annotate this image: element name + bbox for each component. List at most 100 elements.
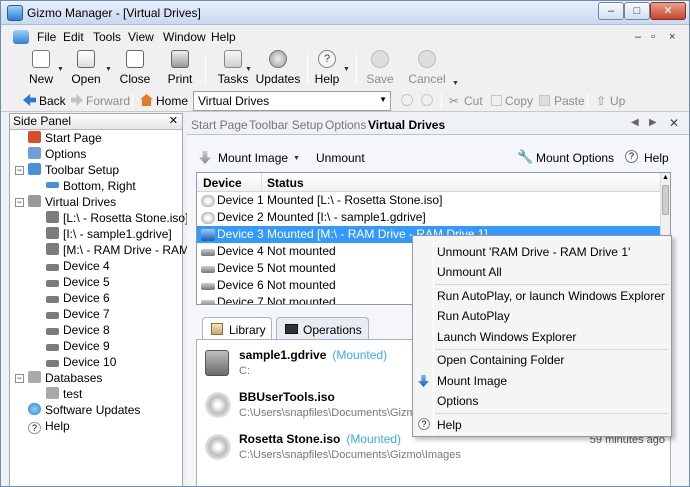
wand-icon — [224, 50, 242, 68]
library-item-path: C:\Users\snapfiles\Documents\Gizmo\Image… — [239, 449, 461, 461]
side-panel-close-icon[interactable]: ✕ — [169, 114, 178, 129]
address-dropdown-icon[interactable]: ▼ — [379, 95, 387, 104]
tree-item-databases[interactable]: Databases — [28, 370, 102, 386]
maximize-button[interactable]: □ — [624, 2, 650, 20]
mount-image-dropdown-icon[interactable]: ▼ — [293, 155, 300, 162]
column-header-status[interactable]: Status — [267, 176, 304, 190]
menu-window[interactable]: Window — [163, 30, 206, 44]
menu-file[interactable]: File — [37, 30, 56, 44]
open-dropdown-icon[interactable]: ▼ — [105, 66, 112, 73]
collapse-databases-icon[interactable]: − — [15, 374, 24, 383]
printer-icon — [171, 50, 189, 68]
updates-button[interactable]: Updates — [255, 50, 301, 88]
device-row[interactable]: Device 1 Mounted [L:\ - Rosetta Stone.iso… — [197, 192, 660, 209]
menu-edit[interactable]: Edit — [63, 30, 84, 44]
mount-image-button[interactable]: Mount Image — [218, 151, 288, 165]
database-icon — [28, 371, 41, 383]
copy-button[interactable]: Copy — [505, 94, 533, 108]
menu-help[interactable]: Help — [211, 30, 236, 44]
tree-item-device-7[interactable]: Device 7 — [46, 306, 110, 322]
tab-operations[interactable]: Operations — [276, 317, 369, 339]
minimize-button[interactable]: – — [598, 2, 624, 20]
tree-item-device-6[interactable]: Device 6 — [46, 290, 110, 306]
tab-toolbar-setup[interactable]: Toolbar Setup — [249, 118, 323, 132]
close-window-button[interactable]: ✕ — [650, 2, 686, 20]
toolbar-overflow-icon[interactable]: ▼ — [452, 80, 459, 87]
tree-item-bottom-right[interactable]: Bottom, Right — [46, 178, 136, 194]
tasks-dropdown-icon[interactable]: ▼ — [245, 66, 252, 73]
home-button[interactable]: Home — [156, 94, 188, 108]
tree-item-device-5[interactable]: Device 5 — [46, 274, 110, 290]
tree-item-drive-m[interactable]: [M:\ - RAM Drive - RAM D — [46, 242, 201, 258]
tree-item-start-page[interactable]: Start Page — [28, 130, 102, 146]
menu-item-launch-explorer[interactable]: Launch Windows Explorer — [437, 330, 576, 344]
tree-item-drive-l[interactable]: [L:\ - Rosetta Stone.iso] — [46, 210, 188, 226]
scroll-up-icon[interactable]: ▲ — [662, 174, 669, 181]
mdi-close-button[interactable]: × — [669, 31, 675, 43]
refresh-icon[interactable] — [401, 94, 413, 106]
mdi-minimize-button[interactable]: – — [635, 31, 641, 43]
help-button[interactable]: ? Help — [311, 50, 343, 88]
navigation-bar: Back Forward Home Virtual Drives ▼ ✂ Cut… — [1, 90, 689, 112]
tab-close-icon[interactable]: ✕ — [669, 116, 679, 130]
cancel-button[interactable]: Cancel — [407, 50, 447, 88]
address-combo[interactable]: Virtual Drives ▼ — [193, 91, 391, 111]
tree-item-toolbar-setup[interactable]: Toolbar Setup — [28, 162, 119, 178]
help-dropdown-icon[interactable]: ▼ — [343, 66, 350, 73]
tree-item-device-9[interactable]: Device 9 — [46, 338, 110, 354]
new-button[interactable]: New — [23, 50, 59, 88]
paste-button[interactable]: Paste — [554, 94, 585, 108]
up-button[interactable]: Up — [610, 94, 625, 108]
tree-item-help[interactable]: ? Help — [28, 418, 70, 434]
menu-item-run-autoplay-or-explorer[interactable]: Run AutoPlay, or launch Windows Explorer — [437, 289, 665, 303]
tab-options[interactable]: Options — [325, 118, 366, 132]
window-title: Gizmo Manager - [Virtual Drives] — [27, 6, 201, 20]
tree-item-drive-i[interactable]: [I:\ - sample1.gdrive] — [46, 226, 172, 242]
collapse-toolbar-setup-icon[interactable]: − — [15, 166, 24, 175]
drive-icon — [46, 312, 59, 319]
device-row[interactable]: Device 2 Mounted [I:\ - sample1.gdrive] — [197, 209, 660, 226]
scroll-thumb[interactable] — [662, 185, 669, 215]
close-button[interactable]: Close — [117, 50, 153, 88]
new-dropdown-icon[interactable]: ▼ — [57, 66, 64, 73]
redo-icon[interactable] — [421, 94, 433, 106]
drive-icon — [201, 300, 215, 304]
tree-item-software-updates[interactable]: Software Updates — [28, 402, 140, 418]
column-header-device[interactable]: Device — [203, 176, 242, 190]
menu-item-mount-image[interactable]: Mount Image — [437, 374, 507, 388]
menu-view[interactable]: View — [128, 30, 154, 44]
library-item-name: Rosetta Stone.iso — [239, 432, 341, 446]
tree-item-device-10[interactable]: Device 10 — [46, 354, 116, 370]
menu-item-options[interactable]: Options — [437, 394, 478, 408]
menu-item-help[interactable]: Help — [437, 418, 462, 432]
tree-item-virtual-drives[interactable]: Virtual Drives — [28, 194, 116, 210]
collapse-virtual-drives-icon[interactable]: − — [15, 198, 24, 207]
mdi-restore-button[interactable]: ▫ — [651, 31, 655, 43]
menu-item-unmount-all[interactable]: Unmount All — [437, 265, 502, 279]
cut-button[interactable]: Cut — [464, 94, 483, 108]
mount-options-button[interactable]: Mount Options — [536, 151, 614, 165]
tab-virtual-drives[interactable]: Virtual Drives — [368, 118, 445, 132]
save-button[interactable]: Save — [365, 50, 395, 88]
tree-item-test[interactable]: test — [46, 386, 82, 402]
subbar-help-button[interactable]: Help — [644, 151, 669, 165]
tab-start-page[interactable]: Start Page — [191, 118, 248, 132]
library-item[interactable]: Rosetta Stone.iso (Mounted) C:\Users\snap… — [205, 432, 665, 472]
tree-item-options[interactable]: Options — [28, 146, 86, 162]
print-button[interactable]: Print — [163, 50, 197, 88]
menu-item-unmount-ram-drive[interactable]: Unmount 'RAM Drive - RAM Drive 1' — [437, 245, 630, 259]
menu-item-run-autoplay[interactable]: Run AutoPlay — [437, 309, 510, 323]
toolbar-separator — [356, 54, 357, 84]
menu-item-open-containing-folder[interactable]: Open Containing Folder — [437, 353, 564, 367]
tree-item-device-8[interactable]: Device 8 — [46, 322, 110, 338]
tab-library[interactable]: Library — [202, 317, 272, 339]
unmount-button[interactable]: Unmount — [316, 151, 365, 165]
drive-icon — [46, 296, 59, 303]
tree-item-device-4[interactable]: Device 4 — [46, 258, 110, 274]
tab-scroll-right-icon[interactable]: ▶ — [649, 117, 657, 128]
menu-tools[interactable]: Tools — [93, 30, 121, 44]
forward-button[interactable]: Forward — [86, 94, 130, 108]
open-button[interactable]: Open — [67, 50, 105, 88]
back-button[interactable]: Back — [39, 94, 66, 108]
tab-scroll-left-icon[interactable]: ◀ — [631, 117, 639, 128]
